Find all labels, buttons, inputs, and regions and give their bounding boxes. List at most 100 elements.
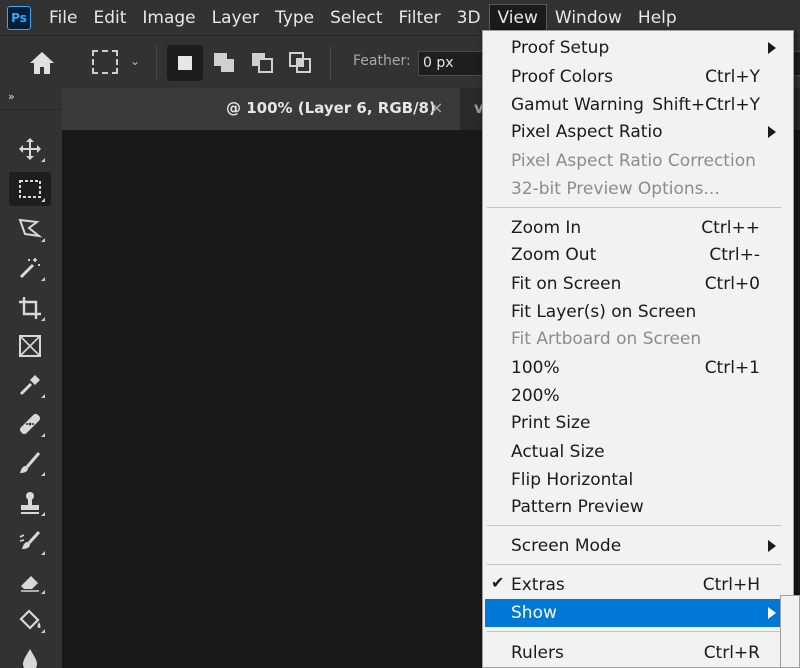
menu-item-extras[interactable]: ✔ Extras Ctrl+H (485, 571, 782, 599)
submenu-arrow-icon (768, 607, 776, 619)
document-tab[interactable]: @ 100% (Layer 6, RGB/8) × (62, 88, 460, 130)
menu-item-label: Flip Horizontal (511, 470, 634, 490)
menu-item-show[interactable]: Show (485, 599, 782, 627)
submenu-arrow-icon (768, 126, 776, 138)
menu-item-pattern-preview[interactable]: Pattern Preview (485, 493, 782, 521)
menu-item-label: Screen Mode (511, 536, 622, 556)
history-brush-icon[interactable] (9, 525, 51, 559)
divider (156, 46, 157, 80)
menu-item-shortcut: Ctrl+H (702, 575, 760, 595)
menu-item-label: Gamut Warning (511, 95, 644, 115)
menu-item-flip-horizontal[interactable]: Flip Horizontal (485, 466, 782, 494)
menu-item-proof-colors[interactable]: Proof Colors Ctrl+Y (485, 63, 782, 91)
menu-layer[interactable]: Layer (204, 4, 267, 32)
menu-item-fit-artboard-on-screen: Fit Artboard on Screen (485, 325, 782, 353)
photoshop-logo-icon[interactable]: Ps (7, 5, 31, 30)
menu-item-label: Pattern Preview (511, 497, 644, 517)
menu-separator (487, 525, 781, 526)
menu-item-zoom-100[interactable]: 100% Ctrl+1 (485, 354, 782, 382)
menu-item-zoom-in[interactable]: Zoom In Ctrl++ (485, 214, 782, 242)
menu-item-label: Extras (511, 575, 565, 595)
menu-item-label: 32-bit Preview Options... (511, 179, 720, 199)
tool-preset-marquee-icon[interactable] (92, 50, 118, 74)
chevron-down-icon[interactable]: ⌄ (130, 54, 140, 68)
crop-tool-icon[interactable] (9, 291, 51, 325)
tools-panel: » (0, 88, 62, 668)
menu-image[interactable]: Image (134, 4, 203, 32)
menu-item-label: 100% (511, 358, 560, 378)
frame-tool-icon[interactable] (9, 329, 51, 363)
menu-item-label: Fit Artboard on Screen (511, 329, 702, 349)
lasso-tool-icon[interactable] (9, 212, 51, 246)
menu-item-label: Actual Size (511, 442, 605, 462)
subtract-from-selection-icon[interactable] (250, 51, 276, 75)
panel-grip[interactable] (0, 104, 62, 110)
move-tool-icon[interactable] (9, 132, 51, 166)
menu-item-shortcut: Ctrl+1 (704, 358, 760, 378)
show-submenu[interactable] (780, 595, 800, 668)
menu-item-pixel-aspect-ratio-correction: Pixel Aspect Ratio Correction (485, 147, 782, 175)
menu-item-label: Fit on Screen (511, 274, 622, 294)
menu-item-label: Proof Colors (511, 67, 613, 87)
document-tab-label: @ 100% (Layer 6, RGB/8) (226, 99, 436, 117)
collapse-panel-icon[interactable]: » (8, 90, 15, 103)
view-menu-dropdown: Proof Setup Proof Colors Ctrl+Y Gamut Wa… (482, 30, 794, 668)
menu-separator (487, 207, 781, 208)
menu-edit[interactable]: Edit (85, 4, 134, 32)
close-icon[interactable]: × (430, 98, 443, 117)
menu-item-shortcut: Shift+Ctrl+Y (652, 95, 760, 115)
menu-window[interactable]: Window (547, 4, 630, 32)
eyedropper-tool-icon[interactable] (9, 368, 51, 402)
menu-3d[interactable]: 3D (449, 4, 489, 32)
feather-input[interactable]: 0 px (418, 51, 488, 76)
menu-file[interactable]: File (41, 4, 85, 32)
menu-item-label: Fit Layer(s) on Screen (511, 302, 697, 322)
menu-item-label: Print Size (511, 413, 591, 433)
brush-tool-icon[interactable] (9, 446, 51, 480)
menu-type[interactable]: Type (267, 4, 322, 32)
intersect-selection-icon[interactable] (288, 51, 314, 75)
new-selection-icon[interactable] (167, 45, 203, 81)
feather-label: Feather: (353, 53, 411, 69)
menu-select[interactable]: Select (322, 4, 390, 32)
add-to-selection-icon[interactable] (212, 51, 238, 75)
rectangular-marquee-tool-icon[interactable] (9, 172, 51, 206)
menu-item-gamut-warning[interactable]: Gamut Warning Shift+Ctrl+Y (485, 91, 782, 119)
menu-help[interactable]: Help (630, 4, 685, 32)
menu-item-label: Proof Setup (511, 38, 610, 58)
menu-item-shortcut: Ctrl++ (701, 218, 760, 238)
checkmark-icon: ✔ (491, 573, 505, 592)
menu-item-zoom-200[interactable]: 200% (485, 382, 782, 410)
spot-healing-brush-icon[interactable] (9, 407, 51, 441)
menu-item-actual-size[interactable]: Actual Size (485, 438, 782, 466)
menu-item-shortcut: Ctrl+0 (704, 274, 760, 294)
clone-stamp-tool-icon[interactable] (9, 486, 51, 520)
menu-item-label: Zoom In (511, 218, 582, 238)
eraser-tool-icon[interactable] (9, 564, 51, 598)
menu-item-proof-setup[interactable]: Proof Setup (485, 34, 782, 62)
menu-item-pixel-aspect-ratio[interactable]: Pixel Aspect Ratio (485, 118, 782, 146)
menu-item-32bit-preview-options: 32-bit Preview Options... (485, 175, 782, 203)
paint-bucket-icon[interactable] (9, 603, 51, 637)
home-icon[interactable] (28, 50, 56, 76)
menu-view[interactable]: View (488, 3, 547, 32)
menu-item-shortcut: Ctrl+- (709, 245, 760, 265)
menu-item-label: Rulers (511, 643, 564, 663)
menu-item-shortcut: Ctrl+R (703, 643, 760, 663)
menu-filter[interactable]: Filter (391, 4, 449, 32)
menu-item-label: Show (511, 603, 557, 623)
menu-item-label: Pixel Aspect Ratio (511, 122, 663, 142)
menu-item-rulers[interactable]: Rulers Ctrl+R (485, 639, 782, 667)
menu-item-label: Zoom Out (511, 245, 597, 265)
menu-item-label: Pixel Aspect Ratio Correction (511, 151, 756, 171)
blur-tool-icon[interactable] (9, 642, 51, 668)
menu-item-shortcut: Ctrl+Y (705, 67, 760, 87)
magic-wand-tool-icon[interactable] (9, 251, 51, 285)
menu-item-fit-on-screen[interactable]: Fit on Screen Ctrl+0 (485, 270, 782, 298)
menu-item-print-size[interactable]: Print Size (485, 409, 782, 437)
menu-item-screen-mode[interactable]: Screen Mode (485, 532, 782, 560)
menu-item-fit-layers-on-screen[interactable]: Fit Layer(s) on Screen (485, 298, 782, 326)
menu-item-zoom-out[interactable]: Zoom Out Ctrl+- (485, 241, 782, 269)
divider (330, 46, 331, 80)
menu-separator (487, 631, 781, 632)
